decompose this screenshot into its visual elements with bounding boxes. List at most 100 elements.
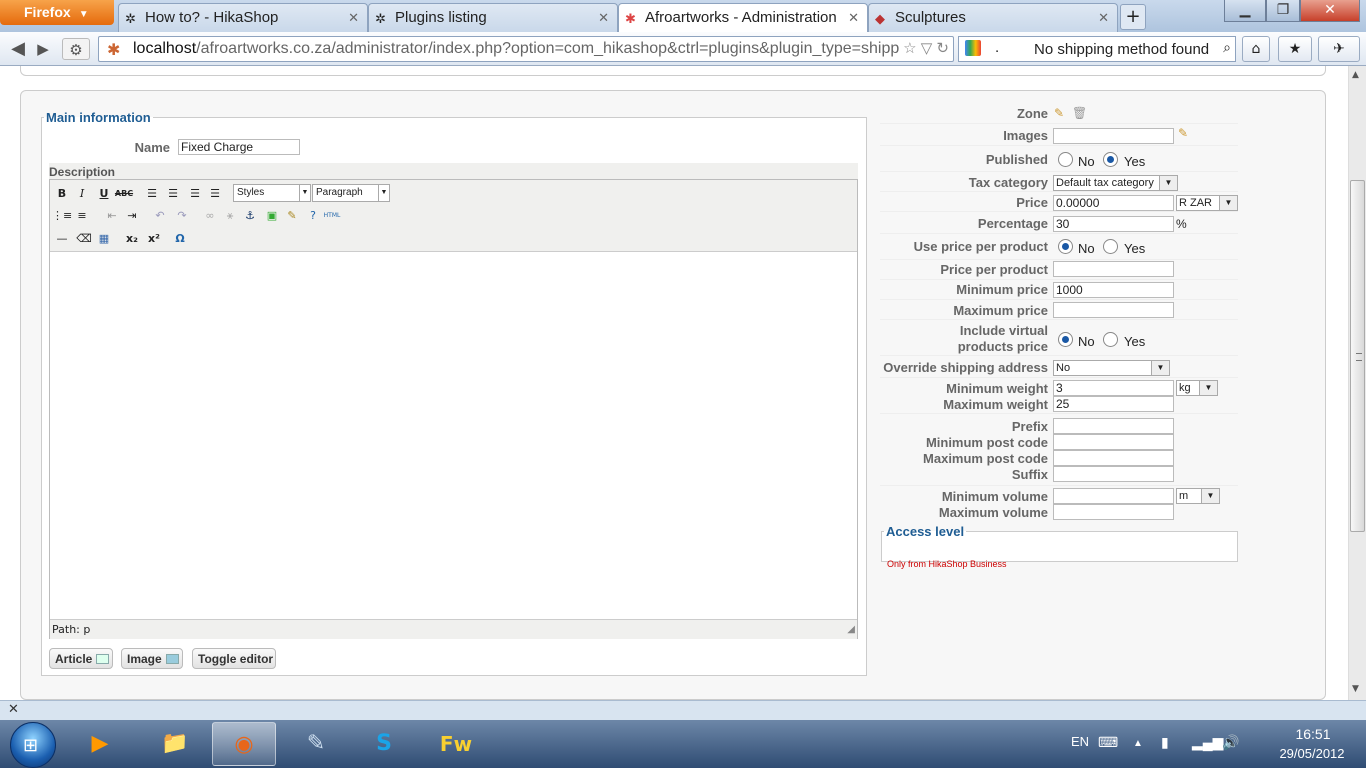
restore-button[interactable]: ❐ [1266,0,1300,22]
dropdown-icon[interactable]: ▽ [921,40,933,57]
tab-how-to[interactable]: ✲ How to? - HikaShop ✕ [118,3,368,32]
align-left-icon[interactable]: ☰ [142,184,162,204]
scroll-up-icon[interactable]: ▲ [1352,70,1359,80]
minimum-price-input[interactable]: 1000 [1053,282,1174,298]
numbered-list-icon[interactable]: ≡ [72,206,92,226]
bookmark-star-icon[interactable]: ☆ [903,40,916,57]
article-button[interactable]: Article [49,648,113,669]
media-player-icon[interactable]: ▶ [68,722,132,766]
anchor-icon[interactable]: ⚓ [240,206,260,226]
align-justify-icon[interactable]: ☰ [205,184,225,204]
volume-unit-select[interactable]: m ▼ [1176,488,1220,504]
name-input[interactable]: Fixed Charge [178,139,300,155]
tab-sculptures[interactable]: ◆ Sculptures ✕ [868,3,1118,32]
explorer-folder-icon[interactable]: 📁 [143,722,207,766]
strikethrough-icon[interactable]: ABC [114,184,134,204]
volume-icon[interactable]: 🔊 [1222,734,1239,751]
table-icon[interactable]: ▦ [94,229,114,249]
use-price-per-product-no-radio[interactable] [1058,239,1073,254]
tax-category-select[interactable]: Default tax category ▼ [1053,175,1178,191]
undo-icon[interactable]: ↶ [150,206,170,226]
clock-date[interactable]: 29/05/2012 [1260,746,1364,761]
close-icon[interactable]: ✕ [348,10,359,26]
search-icon[interactable]: ⌕ [1223,39,1231,56]
google-icon[interactable] [965,40,981,56]
battery-icon[interactable]: ▮ [1161,734,1169,751]
subscript-icon[interactable]: x₂ [122,229,142,249]
include-virtual-no-radio[interactable] [1058,332,1073,347]
html-source-icon[interactable]: HTML [322,206,342,226]
styles-select[interactable]: Styles ▼ [233,184,311,202]
weight-unit-select[interactable]: kg ▼ [1176,380,1218,396]
percentage-input[interactable]: 30 [1053,216,1174,232]
addons-button[interactable]: ✈ [1318,36,1360,62]
cleanup-icon[interactable]: ✎ [282,206,302,226]
site-identity-icon[interactable]: ⚙ [62,38,90,60]
help-icon[interactable]: ? [303,206,323,226]
maximum-post-code-input[interactable] [1053,450,1174,466]
remove-format-icon[interactable]: ⌫ [74,229,94,249]
forward-button[interactable]: ▶ [32,38,54,60]
price-input[interactable]: 0.00000 [1053,195,1174,211]
image-button[interactable]: Image [121,648,183,669]
notepad-icon[interactable]: ✎ [284,722,348,766]
published-no-radio[interactable] [1058,152,1073,167]
toggle-editor-button[interactable]: Toggle editor [192,648,276,669]
tab-plugins-listing[interactable]: ✲ Plugins listing ✕ [368,3,618,32]
use-price-per-product-yes-radio[interactable] [1103,239,1118,254]
bullet-list-icon[interactable]: ⋮≡ [52,206,72,226]
italic-icon[interactable]: I [72,184,92,204]
search-input[interactable]: No shipping method found [1034,41,1209,58]
firefox-menu-button[interactable]: Firefox ▼ [0,0,114,25]
reload-icon[interactable]: ↻ [936,40,949,57]
new-tab-button[interactable]: + [1120,4,1146,30]
price-per-product-input[interactable] [1053,261,1174,277]
insert-image-icon[interactable]: ▣ [262,206,282,226]
skype-icon[interactable]: S [352,722,416,766]
maximum-weight-input[interactable]: 25 [1053,396,1174,412]
indent-icon[interactable]: ⇥ [122,206,142,226]
resize-handle-icon[interactable]: ◢ [847,624,855,635]
language-indicator[interactable]: EN [1071,734,1089,749]
minimum-volume-input[interactable] [1053,488,1174,504]
fireworks-icon[interactable]: Fw [424,722,488,766]
editor-body[interactable] [50,252,857,618]
minimum-post-code-input[interactable] [1053,434,1174,450]
tab-afroartworks-admin[interactable]: ✱ Afroartworks - Administration ✕ [618,3,868,33]
paragraph-select[interactable]: Paragraph ▼ [312,184,390,202]
unlink-icon[interactable]: ⚹ [220,206,240,226]
vertical-scrollbar[interactable]: ▲ ▼ [1348,66,1366,700]
redo-icon[interactable]: ↷ [172,206,192,226]
trash-icon[interactable]: 🗑 [1072,106,1087,120]
maximum-volume-input[interactable] [1053,504,1174,520]
align-center-icon[interactable]: ☰ [163,184,183,204]
close-icon[interactable]: ✕ [1098,10,1109,26]
url-bar[interactable]: ✱ localhost/afroartworks.co.za/administr… [98,36,954,62]
include-virtual-yes-radio[interactable] [1103,332,1118,347]
minimum-weight-input[interactable]: 3 [1053,380,1174,396]
window-close-button[interactable]: ✕ [1300,0,1360,22]
clock-time[interactable]: 16:51 [1282,726,1344,742]
images-input[interactable] [1053,128,1174,144]
start-button[interactable]: ⊞ [10,722,56,768]
override-shipping-select[interactable]: No ▼ [1053,360,1170,376]
bold-icon[interactable]: B [52,184,72,204]
outdent-icon[interactable]: ⇤ [102,206,122,226]
home-button[interactable]: ⌂ [1242,36,1270,62]
bookmarks-button[interactable]: ★ [1278,36,1312,62]
link-icon[interactable]: ∞ [200,206,220,226]
special-char-icon[interactable]: Ω [170,229,190,249]
network-signal-icon[interactable]: ▂▄▆ [1192,734,1223,751]
edit-icon[interactable]: ✎ [1178,126,1192,140]
horizontal-rule-icon[interactable]: — [52,229,72,249]
edit-icon[interactable]: ✎ [1054,106,1068,120]
firefox-taskbar-icon[interactable]: ◉ [212,722,276,766]
close-icon[interactable]: ✕ [598,10,609,26]
maximum-price-input[interactable] [1053,302,1174,318]
search-bar[interactable]: . No shipping method found ⌕ [958,36,1236,62]
published-yes-radio[interactable] [1103,152,1118,167]
scrollbar-thumb[interactable] [1350,180,1365,532]
close-icon[interactable]: ✕ [848,10,859,26]
back-button[interactable]: ◀ [6,38,30,60]
superscript-icon[interactable]: x² [144,229,164,249]
